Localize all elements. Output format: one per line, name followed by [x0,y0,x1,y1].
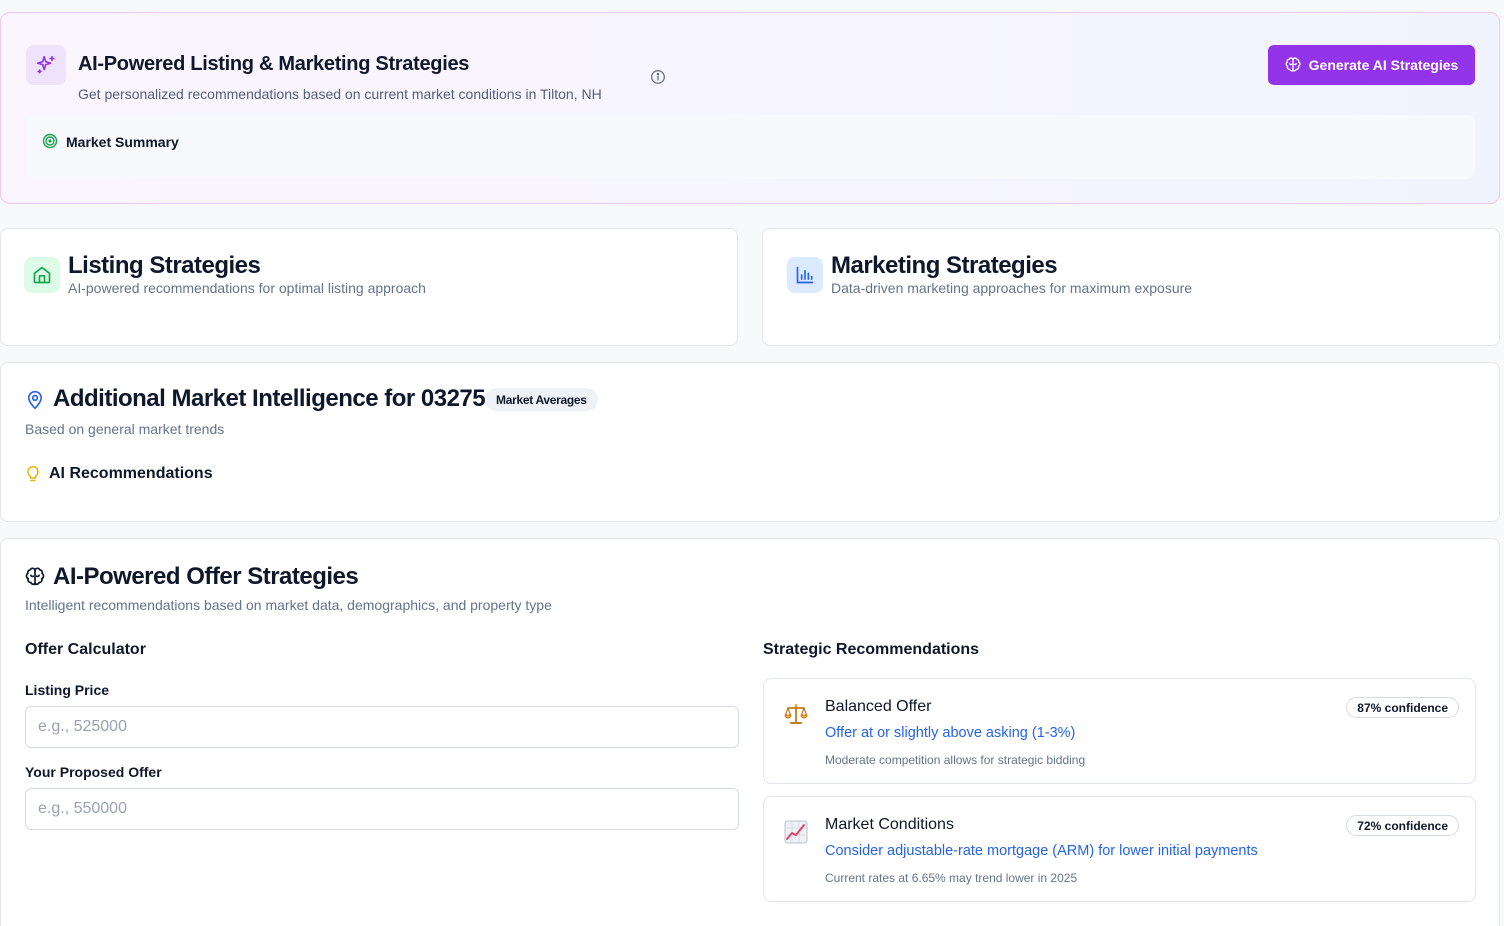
sparkles-icon [26,45,66,85]
recommendation-reason: Current rates at 6.65% may trend lower i… [825,871,1078,885]
recommendation-action: Offer at or slightly above asking (1-3%) [825,725,1076,741]
page-subtitle: Get personalized recommendations based o… [78,86,602,102]
market-intelligence-card: Additional Market Intelligence for 03275… [0,362,1500,522]
market-intelligence-subtitle: Based on general market trends [25,421,225,437]
brain-icon [1285,57,1301,72]
offer-strategies-title: AI-Powered Offer Strategies [53,563,359,590]
balance-scale-icon [783,701,809,727]
recommendation-title: Balanced Offer [825,698,932,715]
lightbulb-icon [25,465,41,483]
marketing-strategies-title: Marketing Strategies [831,252,1058,279]
market-averages-badge: Market Averages [485,388,598,411]
marketing-strategies-card: Marketing Strategies Data-driven marketi… [762,228,1500,346]
offer-strategies-subtitle: Intelligent recommendations based on mar… [25,597,552,613]
confidence-badge: 87% confidence [1346,697,1459,718]
market-intelligence-title: Additional Market Intelligence for 03275 [53,385,486,412]
offer-calculator-title: Offer Calculator [25,641,146,658]
chart-increasing-icon [783,819,809,845]
recommendation-card-market-conditions: Market Conditions Consider adjustable-ra… [763,796,1476,902]
listing-price-label: Listing Price [25,682,110,698]
bar-chart-icon [787,257,823,293]
market-summary-panel: Market Summary [26,115,1475,179]
brain-icon [25,567,45,587]
page-title: AI-Powered Listing & Marketing Strategie… [78,53,470,75]
proposed-offer-label: Your Proposed Offer [25,764,162,780]
recommendation-reason: Moderate competition allows for strategi… [825,753,1086,767]
recommendation-action: Consider adjustable-rate mortgage (ARM) … [825,843,1258,859]
info-icon[interactable] [649,68,667,86]
strategic-recommendations-title: Strategic Recommendations [763,641,980,658]
proposed-offer-input[interactable] [25,788,739,830]
market-summary-label: Market Summary [66,134,179,150]
recommendation-card-balanced-offer: Balanced Offer Offer at or slightly abov… [763,678,1476,784]
confidence-badge: 72% confidence [1346,815,1459,836]
generate-ai-strategies-button[interactable]: Generate AI Strategies [1268,45,1475,85]
target-icon [42,133,58,149]
map-pin-icon [25,390,45,410]
listing-strategies-title: Listing Strategies [68,252,261,279]
listing-strategies-subtitle: AI-powered recommendations for optimal l… [68,280,426,296]
home-icon [24,257,60,293]
listing-price-input[interactable] [25,706,739,748]
marketing-strategies-subtitle: Data-driven marketing approaches for max… [831,280,1193,296]
ai-recommendations-label: AI Recommendations [49,465,213,482]
ai-strategies-header-card: AI-Powered Listing & Marketing Strategie… [0,12,1500,204]
offer-strategies-card: AI-Powered Offer Strategies Intelligent … [0,538,1500,926]
recommendation-title: Market Conditions [825,816,954,833]
generate-button-label: Generate AI Strategies [1308,57,1459,73]
listing-strategies-card: Listing Strategies AI-powered recommenda… [0,228,738,346]
